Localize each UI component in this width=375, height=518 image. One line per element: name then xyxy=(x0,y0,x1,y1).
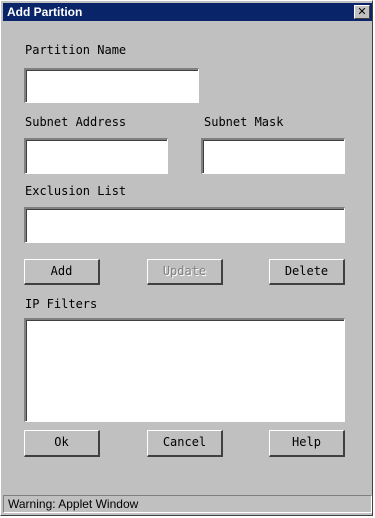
subnet-mask-label: Subnet Mask xyxy=(204,115,284,129)
status-text: Warning: Applet Window xyxy=(8,497,139,511)
ip-filters-list[interactable] xyxy=(24,318,345,422)
partition-name-input[interactable] xyxy=(24,68,199,103)
window-title: Add Partition xyxy=(7,5,83,19)
close-button[interactable]: ✕ xyxy=(354,5,370,19)
partition-name-label: Partition Name xyxy=(25,43,127,57)
cancel-button[interactable]: Cancel xyxy=(147,430,223,457)
ip-filters-label: IP Filters xyxy=(25,297,98,311)
exclusion-list-input[interactable] xyxy=(24,207,345,243)
subnet-address-input[interactable] xyxy=(24,138,168,174)
ok-button[interactable]: Ok xyxy=(24,430,100,457)
subnet-address-label: Subnet Address xyxy=(25,115,127,129)
exclusion-list-label: Exclusion List xyxy=(25,184,127,198)
add-partition-dialog: Add Partition ✕ Partition Name Subnet Ad… xyxy=(0,0,373,516)
subnet-mask-input[interactable] xyxy=(201,138,345,174)
update-button[interactable]: Update xyxy=(147,259,223,285)
title-bar[interactable]: Add Partition ✕ xyxy=(3,3,372,21)
help-button[interactable]: Help xyxy=(269,430,345,457)
close-icon: ✕ xyxy=(357,5,367,18)
status-bar: Warning: Applet Window xyxy=(3,495,372,513)
add-button[interactable]: Add xyxy=(24,259,100,285)
delete-button[interactable]: Delete xyxy=(269,259,345,285)
